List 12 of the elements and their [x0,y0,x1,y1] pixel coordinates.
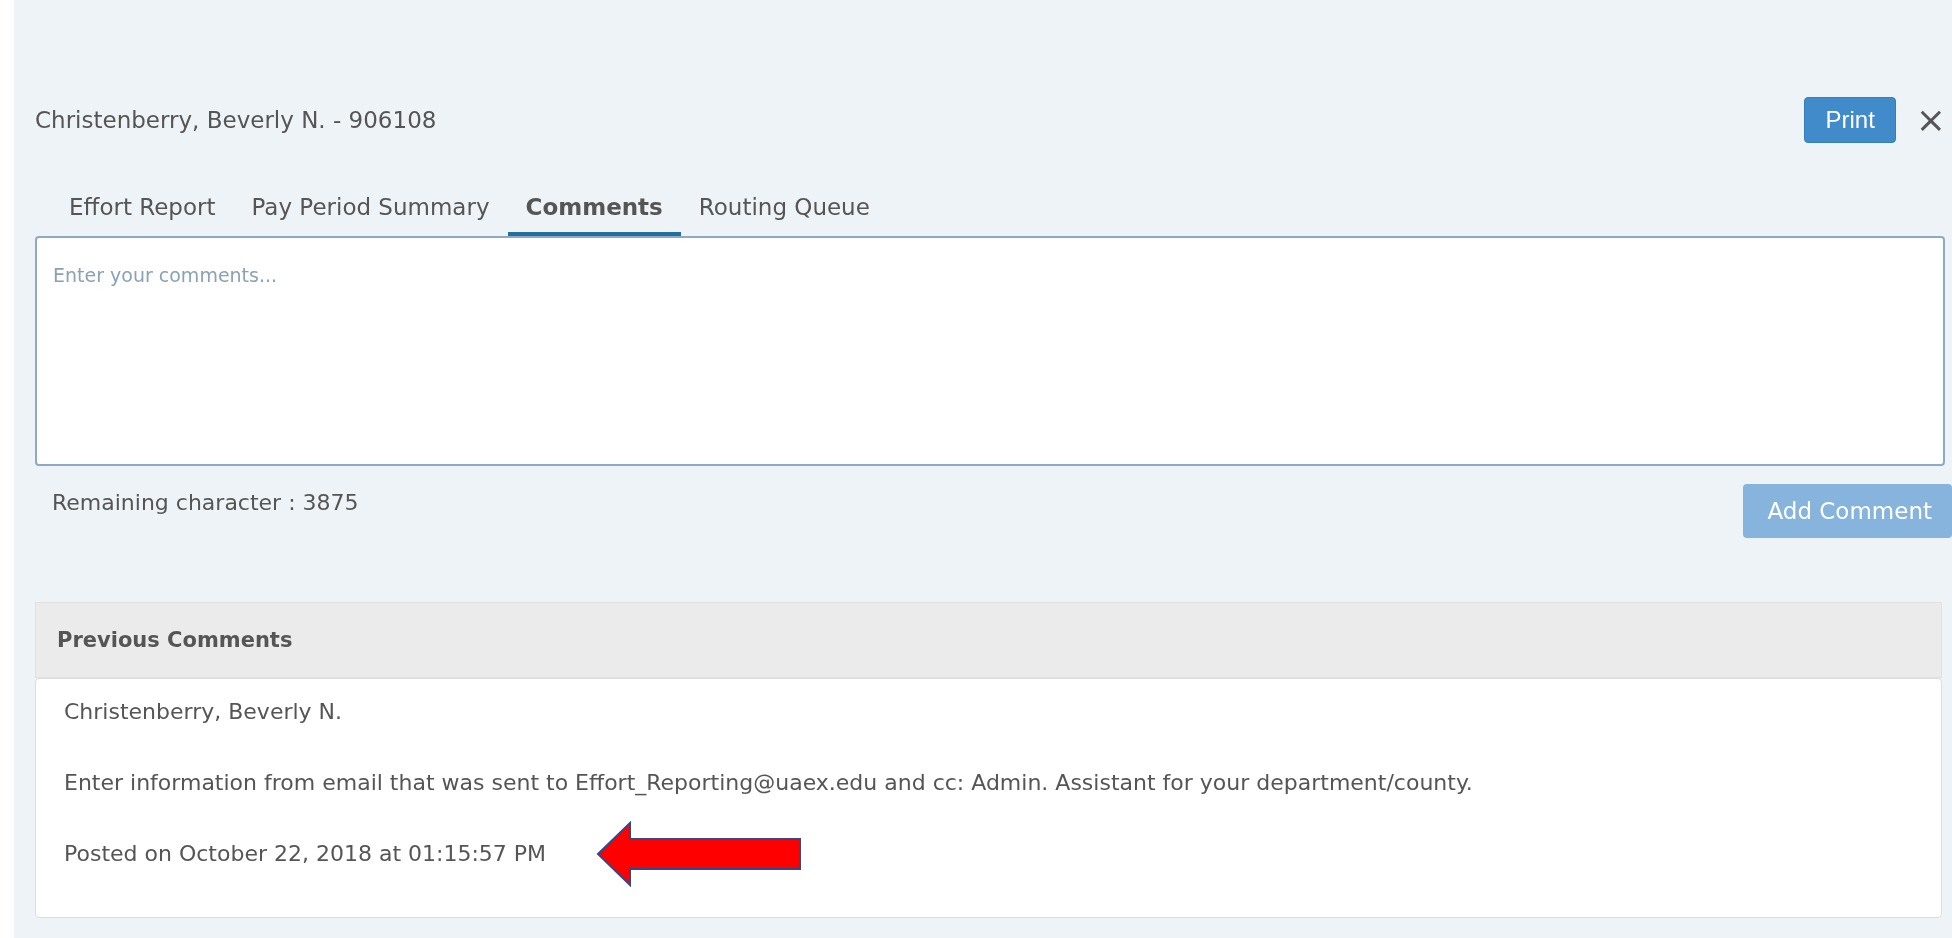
tab[interactable]: Routing Queue [680,184,888,236]
remaining-characters: Remaining character : 3875 [52,489,359,515]
tab[interactable]: Pay Period Summary [233,184,508,236]
print-button[interactable]: Print [1804,97,1896,143]
record-title: Christenberry, Beverly N. - 906108 [35,107,437,133]
tab[interactable]: Effort Report [51,184,234,236]
posted-date: Posted on October 22, 2018 at 01:15:57 PM [64,841,547,866]
section-title: Previous Comments [57,628,293,652]
comment-field[interactable]: Enter your comments... [35,236,1945,466]
comment-text: Enter information from email that was sent to Effort_Reporting@uaex.edu and cc: Admin. Assistant for your department/county. [64,770,1474,795]
comment-author: Christenberry, Beverly N. [64,699,344,724]
close-button[interactable]: × [1915,102,1952,138]
